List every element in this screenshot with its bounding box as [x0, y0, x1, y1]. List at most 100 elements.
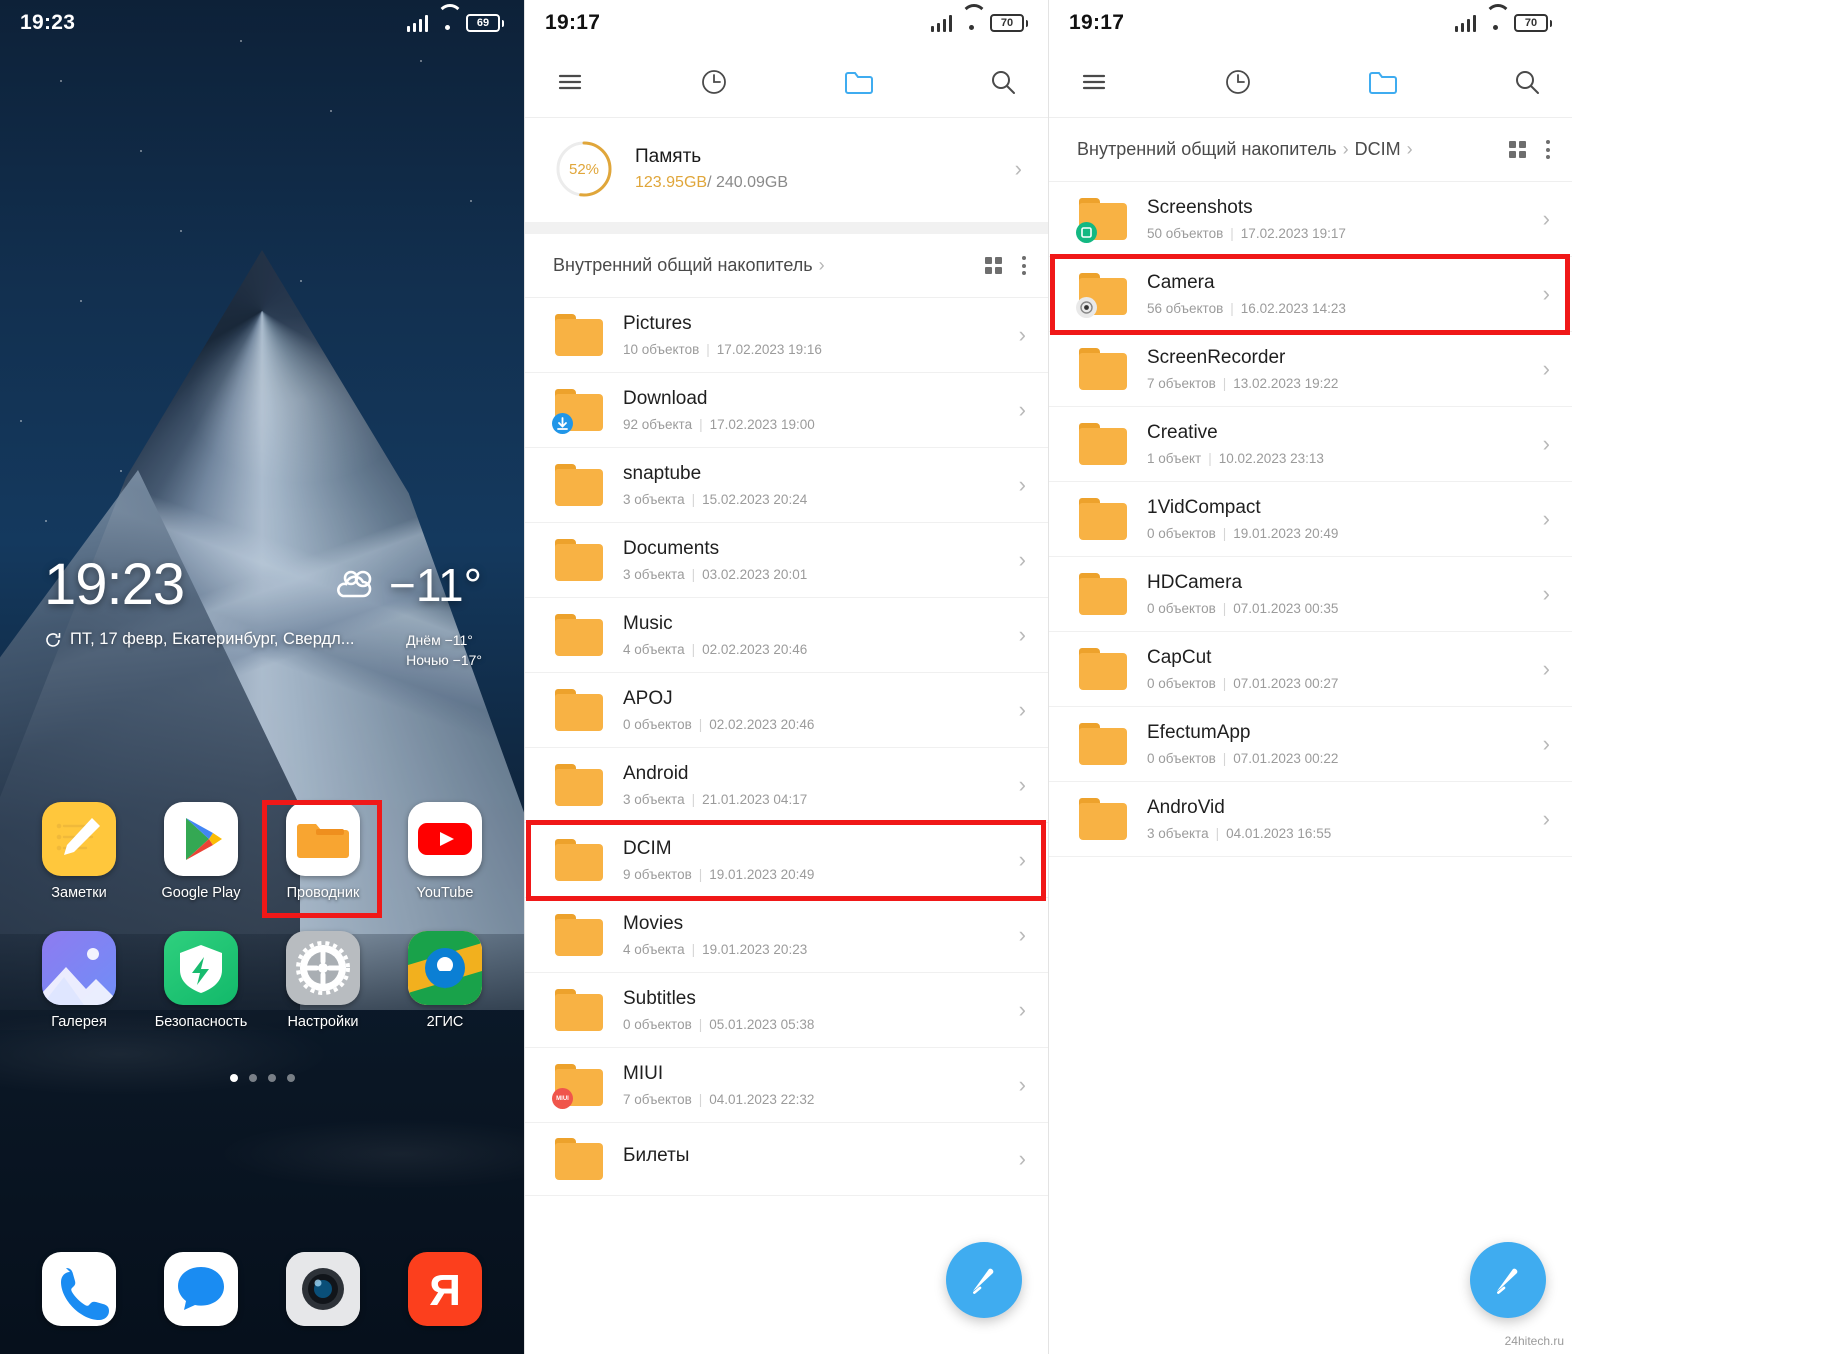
file-date: 05.01.2023 05:38	[709, 1017, 815, 1032]
table-row[interactable]: Download 92 объекта | 17.02.2023 19:00 ›	[525, 373, 1048, 448]
app-2gis[interactable]: 2ГИС	[384, 931, 506, 1030]
table-row[interactable]: DCIM 9 объектов | 19.01.2023 20:49 ›	[525, 823, 1048, 898]
breadcrumb[interactable]: Внутренний общий накопитель ›	[553, 255, 825, 276]
memory-card[interactable]: 52% Память 123.95GB/ 240.09GB ›	[525, 118, 1048, 222]
2gis-map-icon[interactable]	[408, 931, 482, 1005]
breadcrumb-item-storage[interactable]: Внутренний общий накопитель	[1077, 139, 1337, 160]
page-dot[interactable]	[229, 1074, 238, 1082]
file-info: snaptube 3 объекта | 15.02.2023 20:24	[623, 463, 999, 507]
widget-weather[interactable]: −11°	[333, 558, 482, 612]
table-row[interactable]: HDCamera 0 объектов | 07.01.2023 00:35 ›	[1049, 557, 1572, 632]
file-date: 19.01.2023 20:49	[1233, 526, 1339, 541]
file-name: snaptube	[623, 463, 702, 484]
file-count: 50 объектов	[1147, 226, 1224, 241]
wifi-icon	[961, 15, 981, 31]
table-row[interactable]: EfectumApp 0 объектов | 07.01.2023 00:22 ›	[1049, 707, 1572, 782]
file-explorer-icon[interactable]	[286, 802, 360, 876]
folder-icon	[1079, 723, 1127, 765]
google-play-icon[interactable]	[164, 802, 238, 876]
notes-icon[interactable]	[42, 802, 116, 876]
yandex-icon[interactable]: Я	[408, 1252, 482, 1326]
app-security[interactable]: Безопасность	[140, 931, 262, 1030]
menu-icon[interactable]	[1077, 65, 1111, 99]
table-row[interactable]: Camera 56 объектов | 16.02.2023 14:23 ›	[1049, 257, 1572, 332]
chevron-right-icon: ›	[1018, 772, 1026, 797]
file-name: Download	[623, 388, 708, 409]
folder-icon[interactable]	[842, 65, 876, 99]
table-row[interactable]: Android 3 объекта | 21.01.2023 04:17 ›	[525, 748, 1048, 823]
settings-gear-icon[interactable]	[286, 931, 360, 1005]
table-row[interactable]: Screenshots 50 объектов | 17.02.2023 19:17 ›	[1049, 182, 1572, 257]
dock-messages[interactable]	[140, 1252, 262, 1326]
fab-button-root[interactable]	[946, 1242, 1022, 1318]
clock-weather-widget[interactable]: 19:23 −11° ПТ, 17 февр, Екатеринбург, Св…	[0, 556, 524, 671]
page-dot[interactable]	[286, 1074, 295, 1082]
breadcrumb-item-dcim[interactable]: DCIM	[1355, 139, 1401, 160]
messages-icon[interactable]	[164, 1252, 238, 1326]
search-icon[interactable]	[986, 65, 1020, 99]
search-icon[interactable]	[1510, 65, 1544, 99]
file-date: 07.01.2023 00:22	[1233, 751, 1339, 766]
phone-icon[interactable]	[42, 1252, 116, 1326]
app-file-explorer[interactable]: Проводник	[262, 802, 384, 901]
app-settings[interactable]: Настройки	[262, 931, 384, 1030]
file-meta: 50 объектов | 17.02.2023 19:17	[1147, 226, 1523, 241]
table-row[interactable]: Music 4 объекта | 02.02.2023 20:46 ›	[525, 598, 1048, 673]
table-row[interactable]: Movies 4 объекта | 19.01.2023 20:23 ›	[525, 898, 1048, 973]
folder-icon	[555, 1138, 603, 1180]
table-row[interactable]: 1VidCompact 0 объектов | 19.01.2023 20:49 ›	[1049, 482, 1572, 557]
widget-date-location[interactable]: ПТ, 17 февр, Екатеринбург, Свердл...	[44, 630, 355, 649]
table-row[interactable]: Subtitles 0 объектов | 05.01.2023 05:38 ›	[525, 973, 1048, 1048]
table-row[interactable]: CapCut 0 объектов | 07.01.2023 00:27 ›	[1049, 632, 1572, 707]
youtube-icon[interactable]	[408, 802, 482, 876]
refresh-icon[interactable]	[44, 631, 62, 649]
chevron-right-icon: ›	[1014, 156, 1022, 181]
breadcrumb-item-storage[interactable]: Внутренний общий накопитель	[553, 255, 813, 276]
page-dot[interactable]	[267, 1074, 276, 1082]
breadcrumb-separator: ›	[1406, 139, 1413, 159]
folder-icon[interactable]	[1366, 65, 1400, 99]
clock-icon[interactable]	[1221, 65, 1255, 99]
folder-icon	[1079, 498, 1127, 540]
table-row[interactable]: APOJ 0 объектов | 02.02.2023 20:46 ›	[525, 673, 1048, 748]
fab-button-dcim[interactable]	[1470, 1242, 1546, 1318]
file-meta: 7 объектов | 13.02.2023 19:22	[1147, 376, 1523, 391]
grid-view-icon[interactable]	[985, 257, 1002, 274]
widget-clock[interactable]: 19:23	[44, 556, 185, 614]
file-name: Subtitles	[623, 988, 696, 1009]
menu-icon[interactable]	[553, 65, 587, 99]
gallery-icon[interactable]	[42, 931, 116, 1005]
camera-badge-icon	[1076, 297, 1097, 318]
breadcrumb[interactable]: Внутренний общий накопитель › DCIM ›	[1077, 139, 1413, 160]
page-dot[interactable]	[248, 1074, 257, 1082]
table-row[interactable]: MIUI MIUI 7 объектов | 04.01.2023 22:32 ›	[525, 1048, 1048, 1123]
chevron-right-icon: ›	[1542, 806, 1550, 831]
table-row[interactable]: snaptube 3 объекта | 15.02.2023 20:24 ›	[525, 448, 1048, 523]
app-youtube[interactable]: YouTube	[384, 802, 506, 901]
grid-view-icon[interactable]	[1509, 141, 1526, 158]
dock-phone[interactable]	[18, 1252, 140, 1326]
table-row[interactable]: ScreenRecorder 7 объектов | 13.02.2023 19:2…	[1049, 332, 1572, 407]
table-row[interactable]: Билеты ›	[525, 1123, 1048, 1196]
wallpaper-stars	[0, 0, 524, 1354]
security-icon[interactable]	[164, 931, 238, 1005]
app-grid: Заметки Google Play Проводник YouTube Га…	[0, 802, 524, 1030]
table-row[interactable]: AndroVid 3 объекта | 04.01.2023 16:55 ›	[1049, 782, 1572, 857]
file-info: DCIM 9 объектов | 19.01.2023 20:49	[623, 838, 999, 882]
app-notes[interactable]: Заметки	[18, 802, 140, 901]
dock-camera[interactable]	[262, 1252, 384, 1326]
app-google-play[interactable]: Google Play	[140, 802, 262, 901]
table-row[interactable]: Pictures 10 объектов | 17.02.2023 19:16 ›	[525, 298, 1048, 373]
clock-icon[interactable]	[697, 65, 731, 99]
meta-separator: |	[1230, 301, 1234, 316]
table-row[interactable]: Documents 3 объекта | 03.02.2023 20:01 ›	[525, 523, 1048, 598]
camera-icon[interactable]	[286, 1252, 360, 1326]
meta-separator: |	[698, 1017, 703, 1032]
meta-separator: |	[1222, 601, 1227, 616]
dock-yandex[interactable]: Я	[384, 1252, 506, 1326]
table-row[interactable]: Creative 1 объект | 10.02.2023 23:13 ›	[1049, 407, 1572, 482]
app-gallery[interactable]: Галерея	[18, 931, 140, 1030]
status-time: 19:17	[545, 11, 601, 34]
overflow-menu-icon[interactable]	[1546, 140, 1550, 159]
overflow-menu-icon[interactable]	[1022, 256, 1026, 275]
